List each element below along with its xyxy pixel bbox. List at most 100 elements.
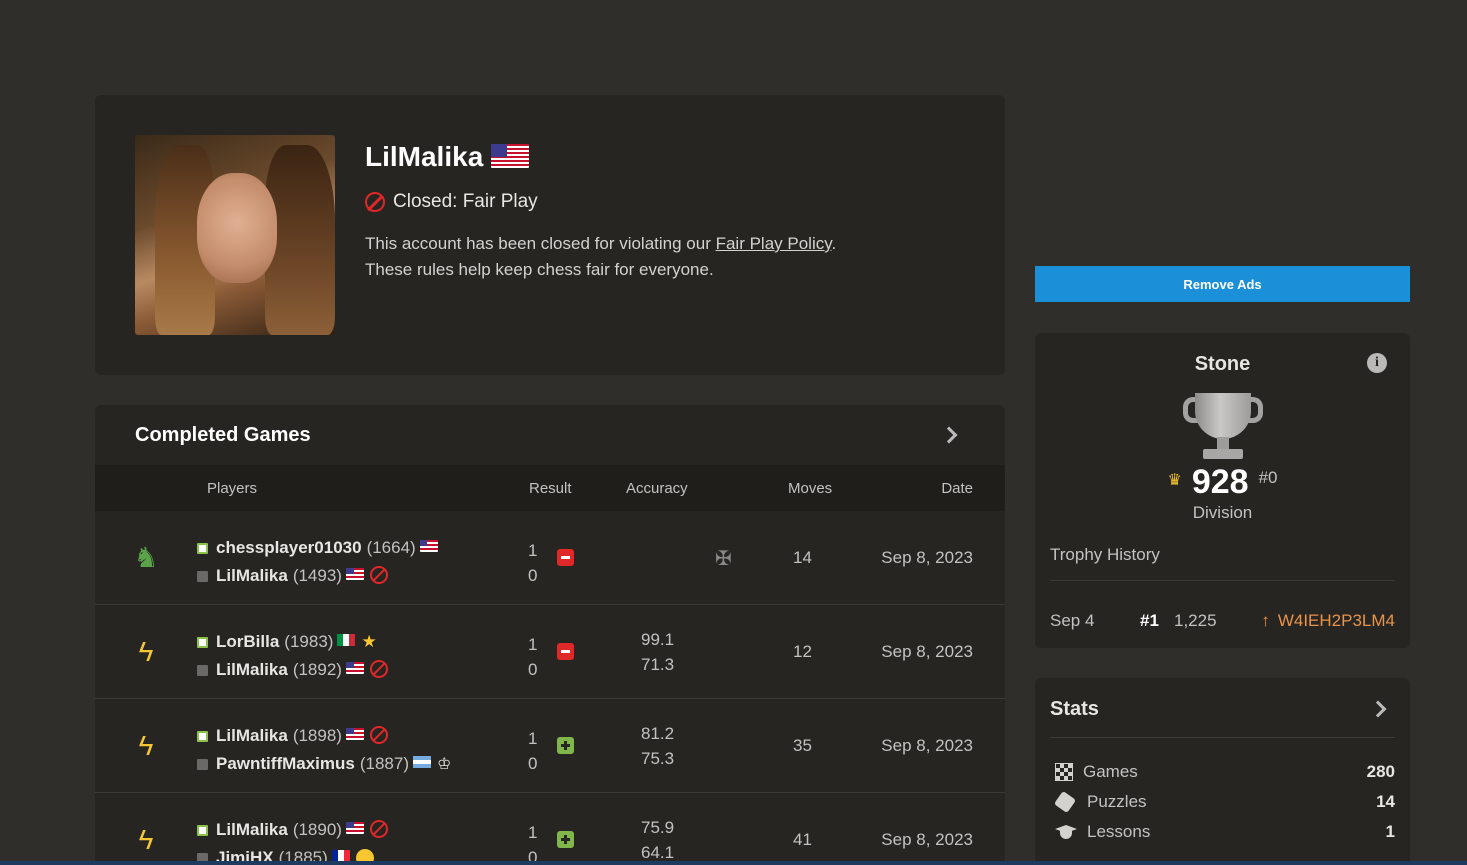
stat-label: Puzzles bbox=[1087, 792, 1147, 811]
stats-card: Stats Games 280 Puzzles 14 Lessons 1 bbox=[1035, 678, 1410, 865]
blitz-bolt-icon: ϟ bbox=[138, 636, 154, 667]
arrow-up-icon: ↑ bbox=[1261, 611, 1270, 630]
league-name[interactable]: Stone bbox=[1035, 353, 1410, 376]
white-score: 1 bbox=[528, 541, 538, 560]
history-points: 1,225 bbox=[1174, 611, 1217, 630]
stat-value: 280 bbox=[1366, 762, 1395, 781]
win-icon bbox=[557, 831, 574, 848]
loss-icon bbox=[557, 549, 574, 566]
blitz-bolt-icon: ϟ bbox=[138, 730, 154, 761]
info-icon[interactable]: i bbox=[1367, 353, 1387, 373]
game-row[interactable]: ϟ LorBilla (1983) ★ LilMalika (1892) 1 0… bbox=[95, 605, 1005, 699]
black-piece-icon bbox=[197, 758, 208, 770]
white-piece-icon bbox=[197, 542, 208, 554]
divider bbox=[1050, 737, 1395, 738]
blitz-bolt-icon: ϟ bbox=[138, 824, 154, 855]
closed-message-line2: These rules help keep chess fair for eve… bbox=[365, 260, 714, 279]
league-trophy-icon bbox=[1183, 393, 1263, 461]
completed-games-header[interactable]: Completed Games bbox=[95, 405, 1005, 465]
fair-play-policy-link[interactable]: Fair Play Policy bbox=[716, 234, 832, 253]
moves-count: 35 bbox=[793, 736, 812, 755]
white-player: LilMalika (1898) bbox=[197, 726, 388, 746]
username: LilMalika bbox=[365, 141, 484, 172]
history-code-link[interactable]: ↑ W4IEH2P3LM4 bbox=[1261, 611, 1395, 631]
game-row[interactable]: ♞ chessplayer01030 (1664) LilMalika (149… bbox=[95, 511, 1005, 605]
black-player: PawntiffMaximus (1887) ♔ bbox=[197, 754, 451, 774]
player-name[interactable]: LilMalika bbox=[216, 660, 288, 680]
completed-games-title: Completed Games bbox=[135, 423, 311, 446]
trophy-history-label[interactable]: Trophy History bbox=[1050, 545, 1160, 565]
white-accuracy: 99.1 bbox=[641, 630, 675, 649]
white-score: 1 bbox=[528, 729, 538, 748]
us-flag-icon bbox=[345, 662, 364, 674]
player-name[interactable]: chessplayer01030 bbox=[216, 538, 362, 558]
chessboard-icon bbox=[1055, 763, 1073, 781]
player-rating: (1664) bbox=[366, 538, 416, 557]
white-piece-icon bbox=[197, 824, 208, 836]
white-score: 1 bbox=[528, 635, 538, 654]
ban-icon bbox=[369, 566, 388, 584]
player-name[interactable]: LilMalika bbox=[216, 566, 288, 586]
stat-value: 1 bbox=[1385, 822, 1395, 841]
us-flag-icon bbox=[491, 143, 530, 168]
moves-count: 41 bbox=[793, 830, 812, 849]
white-player: chessplayer01030 (1664) bbox=[197, 538, 438, 558]
avatar[interactable] bbox=[135, 135, 335, 335]
stat-row-lessons[interactable]: Lessons 1 bbox=[1055, 819, 1395, 845]
black-accuracy: 64.1 bbox=[641, 843, 675, 862]
moves-count: 12 bbox=[793, 642, 812, 661]
chevron-right-icon[interactable] bbox=[940, 426, 958, 444]
closed-message: This account has been closed for violati… bbox=[365, 231, 836, 283]
trophy-icon: ♛ bbox=[1167, 472, 1182, 489]
player-rating: (1890) bbox=[292, 820, 342, 839]
player-name[interactable]: LorBilla bbox=[216, 632, 279, 652]
daily-horse-icon: ♞ bbox=[133, 542, 159, 573]
games-table-header: Players Result Accuracy Moves Date bbox=[95, 465, 1005, 511]
game-date: Sep 8, 2023 bbox=[881, 642, 973, 661]
puzzle-icon bbox=[1055, 792, 1077, 812]
player-name[interactable]: LilMalika bbox=[216, 726, 288, 746]
completed-games-panel: Completed Games Players Result Accuracy … bbox=[95, 405, 1005, 865]
remove-ads-button[interactable]: Remove Ads bbox=[1035, 266, 1410, 302]
player-rating: (1898) bbox=[292, 726, 342, 745]
league-division: Division bbox=[1192, 503, 1253, 522]
player-rating: (1892) bbox=[292, 660, 342, 679]
closed-status: Closed: Fair Play bbox=[365, 191, 538, 213]
taskbar-edge bbox=[0, 861, 1467, 865]
history-code: W4IEH2P3LM4 bbox=[1277, 611, 1395, 630]
us-flag-icon bbox=[419, 540, 438, 552]
argentina-flag-icon bbox=[413, 756, 431, 768]
closed-status-text: Closed: Fair Play bbox=[393, 191, 538, 212]
stat-value: 14 bbox=[1376, 792, 1395, 811]
chevron-right-icon[interactable] bbox=[1369, 700, 1387, 718]
stat-label: Lessons bbox=[1087, 822, 1151, 841]
stats-title[interactable]: Stats bbox=[1050, 698, 1099, 721]
white-piece-icon bbox=[197, 730, 208, 742]
game-date: Sep 8, 2023 bbox=[881, 830, 973, 849]
game-row[interactable]: ϟ LilMalika (1898) PawntiffMaximus (1887… bbox=[95, 699, 1005, 793]
league-score: 928 bbox=[1191, 463, 1249, 501]
history-date: Sep 4 bbox=[1050, 611, 1095, 630]
us-flag-icon bbox=[345, 568, 364, 580]
game-row[interactable]: ϟ LilMalika (1890) JimiHX (1885) 1 0 75.… bbox=[95, 793, 1005, 865]
stat-row-puzzles[interactable]: Puzzles 14 bbox=[1055, 789, 1395, 815]
game-review-icon[interactable]: ✠ bbox=[715, 546, 732, 571]
closed-message-text: This account has been closed for violati… bbox=[365, 234, 716, 253]
player-name[interactable]: LilMalika bbox=[216, 820, 288, 840]
accuracy-column-header: Accuracy bbox=[626, 480, 688, 497]
divider bbox=[1050, 580, 1395, 581]
ban-icon bbox=[369, 726, 388, 744]
black-score: 0 bbox=[528, 566, 538, 585]
white-accuracy: 81.2 bbox=[641, 724, 675, 743]
white-score: 1 bbox=[528, 823, 538, 842]
player-name[interactable]: PawntiffMaximus bbox=[216, 754, 355, 774]
player-rating: (1983) bbox=[284, 632, 334, 651]
italy-flag-icon bbox=[337, 634, 356, 646]
closed-message-period: . bbox=[831, 234, 837, 253]
stat-row-games[interactable]: Games 280 bbox=[1055, 759, 1395, 785]
white-accuracy: 75.9 bbox=[641, 818, 675, 837]
result-column-header: Result bbox=[529, 480, 572, 497]
black-piece-icon bbox=[197, 570, 208, 582]
us-flag-icon bbox=[345, 822, 364, 834]
black-piece-icon bbox=[197, 664, 208, 676]
